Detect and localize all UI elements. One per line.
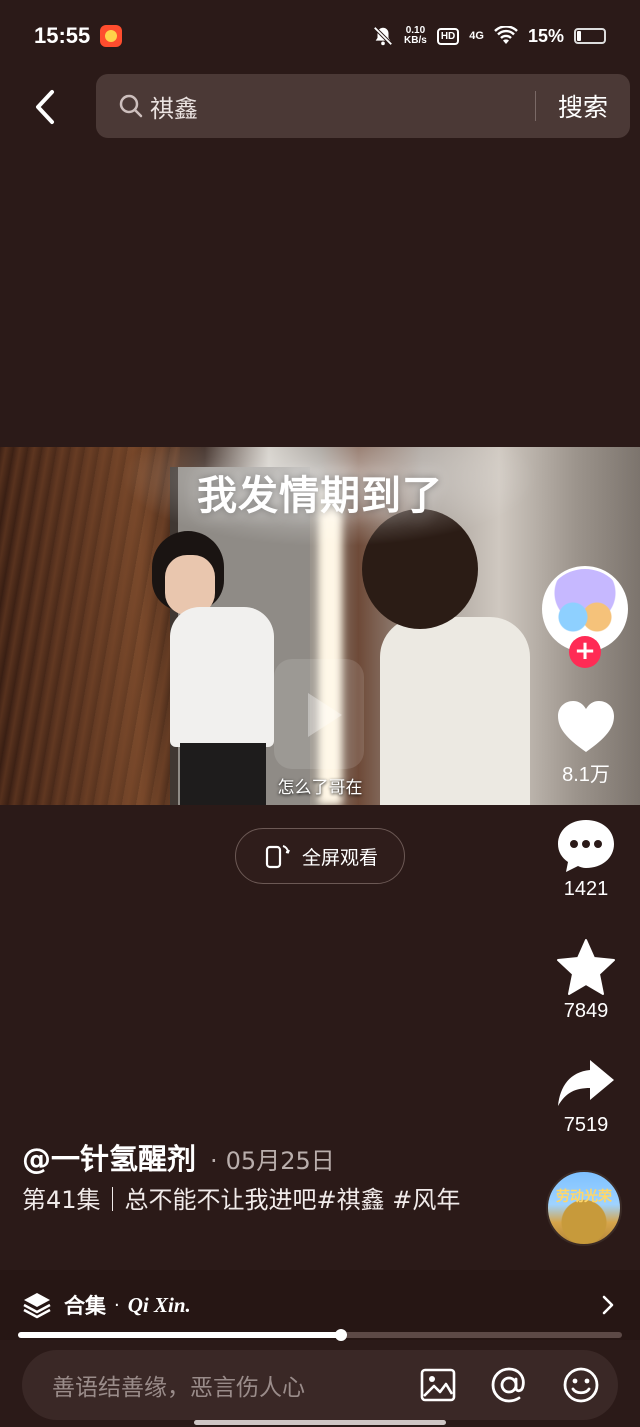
star-icon — [557, 939, 615, 995]
collection-label: 合集 — [64, 1294, 106, 1318]
comment-button[interactable]: 1421 — [540, 818, 632, 901]
post-meta: @一针氢醒剂 · 05月25日 — [22, 1136, 335, 1178]
comment-bubble-icon — [558, 820, 614, 872]
status-bar: 15:55 0.10 KB/s HD 4G 15% — [0, 0, 640, 72]
video-person-left-body — [170, 607, 274, 747]
net-speed-unit: KB/s — [404, 35, 427, 46]
follow-button[interactable]: + — [569, 636, 601, 668]
home-indicator[interactable] — [194, 1420, 446, 1425]
collection-name: Qi Xin. — [127, 1292, 191, 1317]
fullscreen-button[interactable]: 全屏观看 — [235, 828, 405, 884]
play-icon — [308, 693, 342, 737]
video-person-left-face — [165, 555, 215, 615]
wifi-icon — [494, 26, 518, 44]
mention-icon[interactable] — [490, 1366, 528, 1404]
status-time: 15:55 — [34, 23, 91, 48]
battery-percent: 15% — [527, 25, 564, 46]
search-input[interactable]: 祺鑫 搜索 — [96, 74, 630, 138]
comment-input[interactable]: 善语结善缘，恶言伤人心 — [22, 1350, 618, 1420]
comment-placeholder: 善语结善缘，恶言伤人心 — [52, 1375, 305, 1401]
like-button[interactable]: 8.1万 — [540, 700, 632, 787]
comment-tools — [420, 1366, 600, 1404]
share-count: 7519 — [563, 1114, 609, 1136]
share-button[interactable]: 7519 — [540, 1056, 632, 1137]
music-disc[interactable]: 劳动光荣 — [546, 1170, 622, 1246]
battery-icon — [574, 28, 606, 44]
chevron-right-icon — [602, 1295, 614, 1315]
chevron-left-icon — [36, 90, 54, 124]
rotate-screen-icon — [265, 845, 290, 869]
video-caption: 我发情期到了 — [197, 473, 443, 519]
comment-count: 1421 — [563, 878, 609, 900]
emoji-icon[interactable] — [562, 1366, 600, 1404]
search-query: 祺鑫 — [150, 94, 198, 123]
search-header: 祺鑫 搜索 — [0, 74, 640, 140]
author-name[interactable]: @一针氢醒剂 — [22, 1136, 196, 1178]
video-progress-bar[interactable] — [18, 1329, 622, 1341]
post-date: 05月25日 — [225, 1147, 335, 1175]
share-arrow-icon — [558, 1060, 614, 1106]
date-separator: · — [210, 1147, 218, 1175]
fullscreen-label: 全屏观看 — [301, 846, 378, 869]
video-progress-fill — [18, 1332, 342, 1338]
search-icon — [119, 94, 143, 118]
layers-icon — [23, 1293, 51, 1319]
author-avatar-group[interactable]: + — [542, 566, 630, 668]
favorite-count: 7849 — [563, 1000, 609, 1022]
image-icon[interactable] — [420, 1368, 456, 1402]
like-count: 8.1万 — [562, 764, 610, 786]
post-description[interactable]: 第41集｜总不能不让我进吧#祺鑫 #风年 — [22, 1182, 492, 1218]
music-disc-text: 劳动光荣 — [556, 1189, 612, 1205]
heart-icon — [558, 701, 614, 752]
hd-badge: HD — [436, 27, 460, 45]
favorite-button[interactable]: 7849 — [540, 938, 632, 1023]
net-speed: 0.10 KB/s — [404, 26, 427, 46]
search-button[interactable]: 搜索 — [536, 88, 630, 124]
back-button[interactable] — [26, 82, 70, 132]
network-type: 4G — [469, 30, 484, 42]
collection-dot: · — [114, 1294, 120, 1316]
collection-bar[interactable]: 合集 · Qi Xin. — [0, 1270, 640, 1340]
app-notification-icon — [100, 25, 123, 47]
mute-bell-icon — [373, 26, 393, 46]
status-indicators: 0.10 KB/s HD 4G 15% — [372, 25, 606, 47]
